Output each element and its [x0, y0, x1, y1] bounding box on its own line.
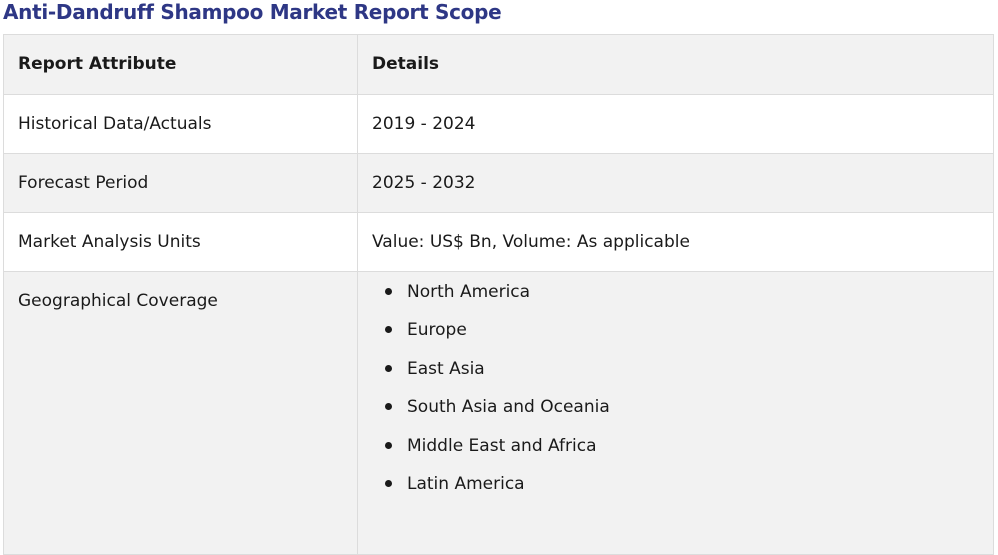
bullet-icon	[385, 441, 392, 449]
details-cell: 2025 - 2032	[357, 153, 994, 213]
table-row: Historical Data/Actuals 2019 - 2024	[3, 94, 994, 154]
details-cell: North America Europe East Asia South Asi…	[357, 271, 994, 555]
table-row: Geographical Coverage North America Euro…	[3, 271, 994, 555]
table-row: Forecast Period 2025 - 2032	[3, 153, 994, 213]
column-header: Details	[357, 34, 994, 95]
details-cell: 2019 - 2024	[357, 94, 994, 154]
list-item: Latin America	[385, 472, 993, 510]
attribute-cell: Geographical Coverage	[3, 271, 358, 555]
attribute-cell: Forecast Period	[3, 153, 358, 213]
list-item: Europe	[385, 318, 993, 356]
column-header: Report Attribute	[3, 34, 358, 95]
page-title: Anti-Dandruff Shampoo Market Report Scop…	[3, 0, 502, 24]
attribute-cell: Market Analysis Units	[3, 212, 358, 272]
list-item: Middle East and Africa	[385, 434, 993, 472]
table-header-row: Report Attribute Details	[3, 34, 994, 95]
details-cell: Value: US$ Bn, Volume: As applicable	[357, 212, 994, 272]
bullet-icon	[385, 364, 392, 372]
table-row: Market Analysis Units Value: US$ Bn, Vol…	[3, 212, 994, 272]
bullet-icon	[385, 288, 392, 295]
bullet-icon	[385, 479, 392, 487]
list-item: North America	[385, 280, 993, 318]
list-item: South Asia and Oceania	[385, 395, 993, 433]
report-scope-table: Report Attribute Details Historical Data…	[3, 34, 994, 555]
attribute-cell: Historical Data/Actuals	[3, 94, 358, 154]
bullet-icon	[385, 326, 392, 334]
bullet-icon	[385, 403, 392, 411]
list-item: East Asia	[385, 357, 993, 395]
region-list: North America Europe East Asia South Asi…	[358, 272, 993, 510]
